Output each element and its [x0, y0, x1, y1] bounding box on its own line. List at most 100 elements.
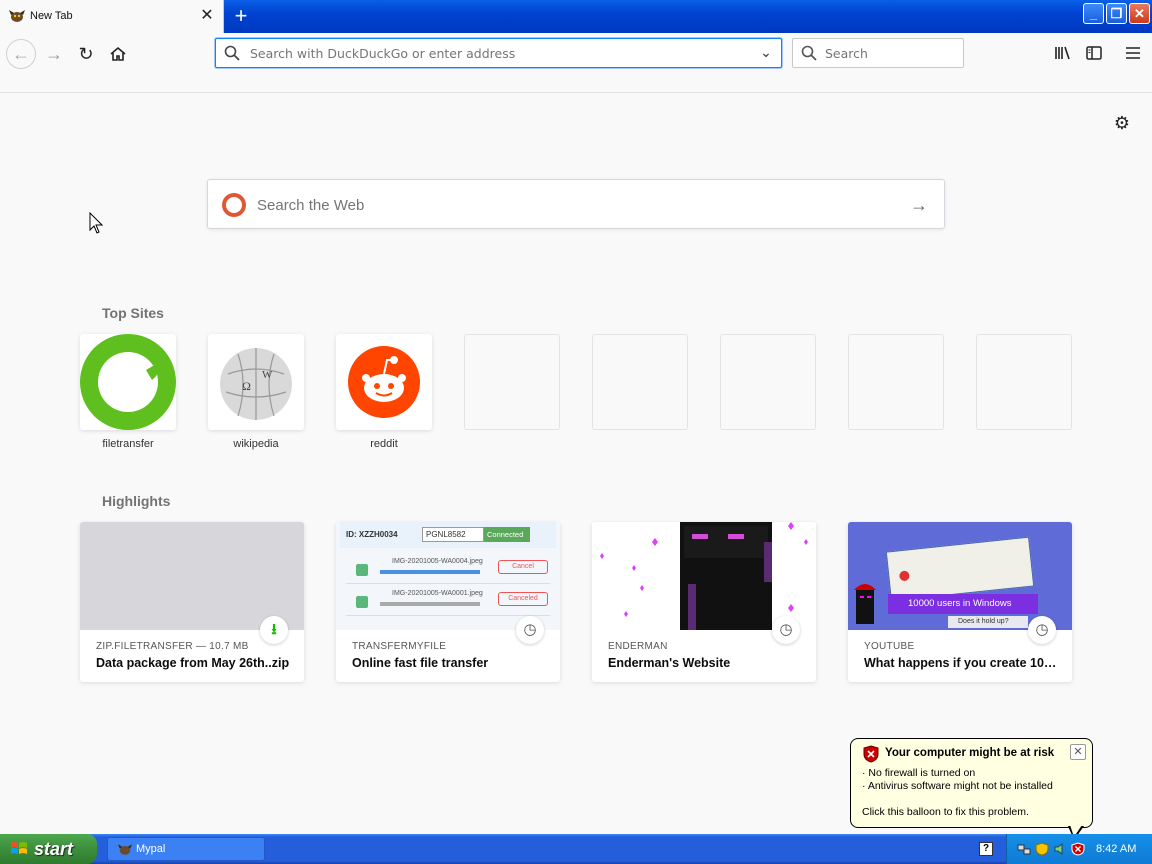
web-search-input[interactable] [255, 194, 875, 216]
maximize-button[interactable]: ❐ [1106, 3, 1127, 24]
windows-flag-icon [11, 842, 27, 854]
highlight-title: Online fast file transfer [352, 656, 489, 670]
mypal-icon [9, 10, 25, 22]
search-bar[interactable] [792, 38, 964, 68]
home-button[interactable] [104, 40, 132, 68]
tab-new-tab[interactable]: New Tab ✕ [0, 0, 224, 33]
security-alert-icon[interactable] [1071, 842, 1085, 856]
sidebar-button[interactable] [1082, 41, 1106, 65]
navigation-toolbar: ← → ↻ ⌄ [0, 33, 1152, 93]
customize-gear-icon[interactable]: ⚙ [1112, 113, 1132, 133]
highlight-thumbnail [592, 522, 816, 630]
search-icon [801, 45, 817, 61]
new-tab-button[interactable]: + [229, 3, 253, 29]
thumb-status: Connected [484, 527, 530, 542]
thumb-file-name: IMG-20201005-WA0004.jpeg [392, 558, 483, 565]
top-site-wikipedia[interactable]: Ω W [208, 334, 304, 430]
thumb-file-row: IMG-20201005-WA0004.jpeg Cancel [346, 556, 550, 584]
chevron-down-icon[interactable]: ⌄ [757, 44, 775, 62]
top-site-empty-slot[interactable] [976, 334, 1072, 430]
clock-icon: ◷ [516, 616, 544, 644]
minimize-button[interactable]: _ [1083, 3, 1104, 24]
start-label: start [34, 839, 74, 859]
address-bar[interactable]: ⌄ [215, 38, 782, 68]
hamburger-menu-icon [1126, 47, 1140, 59]
taskbar-item-mypal[interactable]: Mypal [107, 837, 265, 861]
thumb-code: PGNL8582 [422, 527, 484, 542]
search-input[interactable] [823, 44, 953, 62]
highlight-card[interactable]: ⭳ ZIP.FILETRANSFER — 10.7 MB Data packag… [80, 522, 304, 682]
image-file-icon [356, 564, 368, 576]
highlight-thumbnail: ID: XZZH0034 PGNL8582 Connected IMG-2020… [336, 522, 560, 630]
thumb-error-dialog [885, 536, 1035, 602]
top-site-empty-slot[interactable] [592, 334, 688, 430]
thumb-id: ID: XZZH0034 [346, 530, 398, 539]
top-site-label: filetransfer [102, 438, 154, 450]
highlight-title: What happens if you create 100... [864, 656, 1060, 670]
balloon-title: Your computer might be at risk [885, 747, 1055, 759]
error-icon [898, 570, 910, 582]
top-site-empty-slot[interactable] [720, 334, 816, 430]
taskbar: start Mypal ? 8:42 AM [0, 834, 1152, 864]
back-button[interactable]: ← [6, 39, 36, 69]
download-icon: ⭳ [260, 616, 288, 644]
highlight-source: TRANSFERMYFILE [352, 641, 447, 652]
title-bar: New Tab ✕ + _ ❐ ✕ [0, 0, 1152, 33]
image-file-icon [356, 596, 368, 608]
close-window-button[interactable]: ✕ [1129, 3, 1150, 24]
highlight-card[interactable]: ◷ ENDERMAN Enderman's Website [592, 522, 816, 682]
security-shield-icon [863, 745, 879, 763]
wikipedia-globe-icon: Ω W [220, 348, 292, 420]
highlight-title: Enderman's Website [608, 656, 731, 670]
arrow-right-icon[interactable]: → [908, 194, 930, 216]
library-button[interactable] [1051, 41, 1075, 65]
forward-button[interactable]: → [40, 40, 68, 68]
highlight-title: Data package from May 26th..zip [96, 656, 290, 670]
start-button[interactable]: start [0, 834, 97, 864]
close-tab-icon[interactable]: ✕ [199, 7, 215, 25]
search-icon [224, 45, 240, 61]
top-site-empty-slot[interactable] [464, 334, 560, 430]
top-site-reddit[interactable] [336, 334, 432, 430]
thumb-file-row: IMG-20201005-WA0001.jpeg Canceled [346, 588, 550, 616]
clock: 8:42 AM [1096, 843, 1137, 855]
balloon-line: Click this balloon to fix this problem. [862, 806, 1029, 818]
taskbar-item-label: Mypal [136, 843, 166, 855]
close-balloon-button[interactable]: ✕ [1070, 744, 1086, 760]
reddit-alien-icon [348, 346, 420, 418]
top-site-empty-slot[interactable] [848, 334, 944, 430]
mypal-icon [118, 844, 132, 855]
mouse-cursor-icon [89, 212, 103, 234]
clock-icon: ◷ [1028, 616, 1056, 644]
top-site-filetransfer[interactable] [80, 334, 176, 430]
top-site-label: reddit [370, 438, 398, 450]
highlights-heading: Highlights [102, 493, 171, 509]
highlight-source: ENDERMAN [608, 641, 668, 652]
duckduckgo-icon [222, 193, 246, 217]
upload-progress-bar [380, 602, 480, 606]
library-icon [1055, 46, 1070, 60]
thumb-cancel-button: Cancel [498, 560, 548, 574]
highlight-card[interactable]: ID: XZZH0034 PGNL8582 Connected IMG-2020… [336, 522, 560, 682]
menu-button[interactable] [1121, 41, 1145, 65]
upload-progress-bar [380, 570, 480, 574]
highlight-source: YOUTUBE [864, 641, 915, 652]
address-input[interactable] [248, 43, 748, 63]
help-icon[interactable]: ? [979, 842, 993, 856]
reload-button[interactable]: ↻ [72, 40, 100, 68]
security-alert-balloon[interactable]: Your computer might be at risk ✕ · No fi… [850, 738, 1093, 828]
volume-icon[interactable] [1053, 842, 1067, 856]
svg-text:W: W [262, 369, 273, 381]
highlight-source: ZIP.FILETRANSFER — 10.7 MB [96, 641, 249, 652]
top-sites-heading: Top Sites [102, 305, 164, 321]
filetransfer-logo-icon [80, 334, 176, 430]
sidebar-icon [1086, 46, 1102, 60]
security-shield-icon[interactable] [1035, 842, 1049, 856]
highlight-thumbnail: 10000 users in Windows Does it hold up? [848, 522, 1072, 630]
system-tray: 8:42 AM [1006, 834, 1152, 864]
highlight-card[interactable]: 10000 users in Windows Does it hold up? … [848, 522, 1072, 682]
network-icon[interactable] [1017, 842, 1031, 856]
highlight-thumbnail [80, 522, 304, 630]
thumb-caption: Does it hold up? [948, 616, 1028, 628]
web-search-box[interactable]: → [207, 179, 945, 229]
